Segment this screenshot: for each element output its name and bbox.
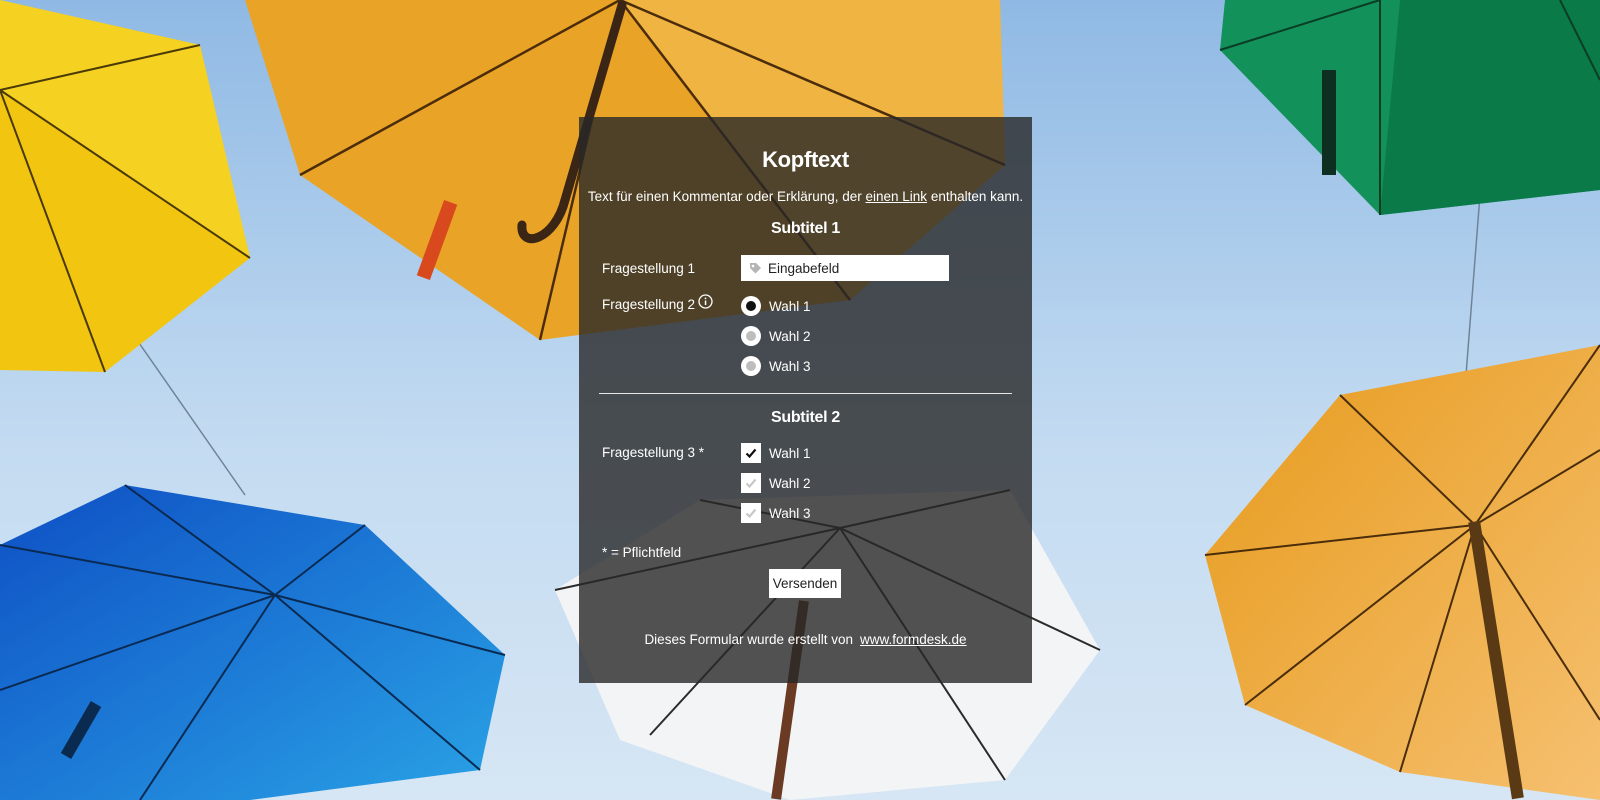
question-2-option-2[interactable]: Wahl 2 bbox=[741, 326, 811, 346]
section-divider bbox=[599, 393, 1012, 394]
checkmark-icon bbox=[745, 508, 757, 519]
option-label: Wahl 3 bbox=[769, 358, 811, 374]
question-3-option-2[interactable]: Wahl 2 bbox=[741, 473, 811, 493]
question-3-label: Fragestellung 3 * bbox=[602, 445, 705, 460]
checkmark-icon bbox=[745, 448, 757, 459]
question-1-label: Fragestellung 1 bbox=[602, 261, 696, 276]
checkbox[interactable] bbox=[741, 503, 761, 523]
form-panel: Kopftext Text für einen Kommentar oder E… bbox=[579, 117, 1032, 683]
question-3-option-1[interactable]: Wahl 1 bbox=[741, 443, 811, 463]
option-label: Wahl 1 bbox=[769, 298, 811, 314]
option-label: Wahl 3 bbox=[769, 505, 811, 521]
question-2-label: Fragestellung 2 bbox=[602, 294, 713, 312]
option-label: Wahl 1 bbox=[769, 445, 811, 461]
subtitle-1: Subtitel 1 bbox=[770, 220, 840, 237]
question-2-option-1[interactable]: Wahl 1 bbox=[741, 296, 811, 316]
intro-text: Text für einen Kommentar oder Erklärung,… bbox=[579, 189, 1032, 204]
option-label: Wahl 2 bbox=[769, 475, 811, 491]
option-label: Wahl 2 bbox=[769, 328, 811, 344]
question-1-input[interactable] bbox=[768, 260, 938, 276]
radio-button-selected[interactable] bbox=[741, 296, 761, 316]
info-icon[interactable] bbox=[698, 294, 713, 309]
question-2-label-text: Fragestellung 2 bbox=[602, 297, 696, 312]
checkmark-icon bbox=[745, 478, 757, 489]
intro-text-after: enthalten kann. bbox=[927, 189, 1024, 204]
intro-link[interactable]: einen Link bbox=[866, 189, 928, 204]
tag-icon bbox=[750, 262, 761, 273]
radio-button[interactable] bbox=[741, 326, 761, 346]
checkbox-checked[interactable] bbox=[741, 443, 761, 463]
question-1-field[interactable] bbox=[741, 255, 949, 281]
question-2-option-3[interactable]: Wahl 3 bbox=[741, 356, 811, 376]
intro-text-before: Text für einen Kommentar oder Erklärung,… bbox=[587, 189, 866, 204]
footer-text: Dieses Formular wurde erstellt von bbox=[644, 632, 854, 647]
required-note: * = Pflichtfeld bbox=[602, 545, 682, 560]
checkbox[interactable] bbox=[741, 473, 761, 493]
submit-button[interactable]: Versenden bbox=[769, 569, 841, 598]
footer: Dieses Formular wurde erstellt von www.fo… bbox=[579, 632, 1032, 647]
form-title: Kopftext bbox=[762, 147, 849, 172]
radio-button[interactable] bbox=[741, 356, 761, 376]
question-3-option-3[interactable]: Wahl 3 bbox=[741, 503, 811, 523]
footer-link[interactable]: www.formdesk.de bbox=[860, 632, 967, 647]
subtitle-2: Subtitel 2 bbox=[770, 409, 840, 426]
